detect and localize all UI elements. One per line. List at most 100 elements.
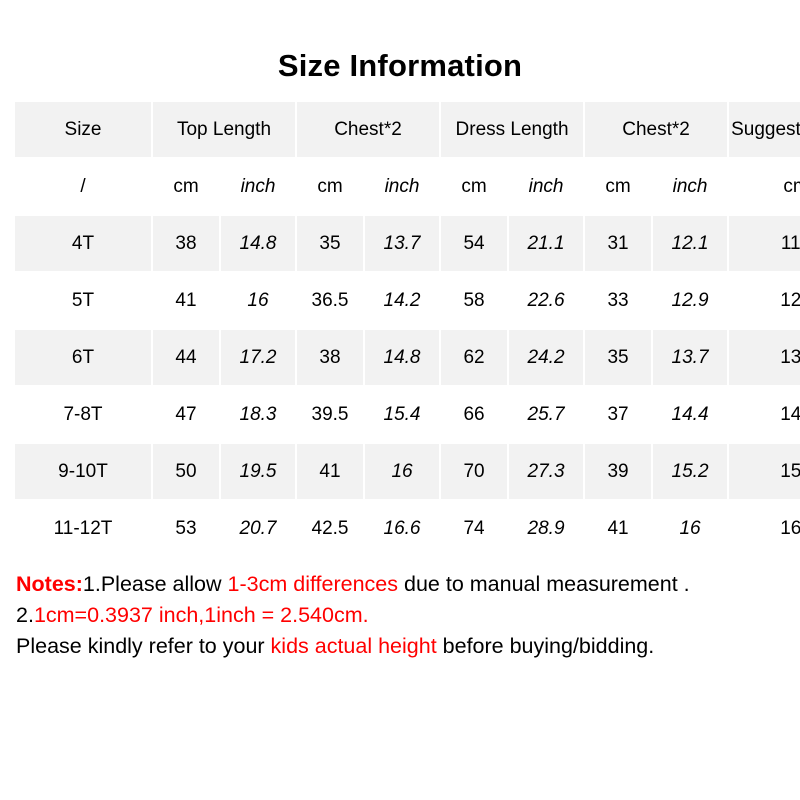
page-title: Size Information (277, 48, 523, 83)
note-line-2: 2.1cm=0.3937 inch,1inch = 2.540cm. (16, 600, 776, 631)
cell-top-length-inch: 14.8 (221, 216, 295, 271)
cell-dress-length-cm: 66 (441, 387, 508, 442)
column-header-size: Size (15, 102, 151, 157)
cell-dress-length-inch: 22.6 (509, 273, 584, 328)
size-table: Size Top Length Chest*2 Dress Length Che… (13, 100, 800, 558)
column-header-chest-1: Chest*2 (297, 102, 440, 157)
cell-suggest-height-cm: 150 (729, 444, 800, 499)
cell-chest-2-inch: 15.2 (653, 444, 728, 499)
cell-top-length-cm: 38 (153, 216, 219, 271)
cell-chest-1-cm: 36.5 (297, 273, 363, 328)
cell-size: 11-12T (15, 501, 151, 556)
cell-chest-2-cm: 35 (585, 330, 652, 385)
cell-dress-length-inch: 28.9 (509, 501, 584, 556)
cell-chest-2-cm: 31 (585, 216, 652, 271)
cell-top-length-cm: 41 (153, 273, 219, 328)
notes-section: Notes:1.Please allow 1-3cm differences d… (0, 558, 776, 663)
cell-suggest-height-cm: 160 (729, 501, 800, 556)
cell-dress-length-cm: 62 (441, 330, 508, 385)
cell-chest-2-inch: 16 (653, 501, 728, 556)
note-1-text-a: 1.Please allow (82, 572, 228, 596)
unit-chest-1-inch: inch (365, 159, 440, 214)
note-3-text-a: Please kindly refer to your (16, 634, 271, 659)
note-3-text-b: before buying/bidding. (436, 634, 655, 659)
unit-top-length-inch: inch (221, 159, 295, 214)
cell-top-length-cm: 50 (153, 444, 219, 499)
cell-dress-length-cm: 58 (441, 273, 508, 328)
table-row: 5T 41 16 36.5 14.2 58 22.6 33 12.9 120 (15, 273, 800, 328)
cell-dress-length-cm: 70 (441, 444, 508, 499)
size-table-container: Size Top Length Chest*2 Dress Length Che… (13, 81, 800, 558)
cell-size: 9-10T (15, 444, 151, 499)
cell-size: 6T (15, 330, 151, 385)
unit-chest-2-inch: inch (653, 159, 728, 214)
cell-chest-1-inch: 13.7 (365, 216, 440, 271)
cell-chest-1-inch: 14.2 (365, 273, 440, 328)
cell-chest-1-inch: 16.6 (365, 501, 440, 556)
unit-top-length-cm: cm (153, 159, 219, 214)
cell-chest-1-inch: 16 (365, 444, 440, 499)
cell-dress-length-inch: 27.3 (509, 444, 584, 499)
unit-chest-1-cm: cm (297, 159, 363, 214)
cell-chest-2-cm: 37 (585, 387, 652, 442)
table-body: / cm inch cm inch cm inch cm inch cm 4T … (15, 159, 800, 556)
cell-chest-1-cm: 39.5 (297, 387, 363, 442)
column-header-suggest-height: Suggest Height (729, 102, 800, 157)
cell-chest-2-inch: 13.7 (653, 330, 728, 385)
unit-dress-length-inch: inch (509, 159, 584, 214)
table-row: 7-8T 47 18.3 39.5 15.4 66 25.7 37 14.4 1… (15, 387, 800, 442)
column-header-chest-2: Chest*2 (585, 102, 728, 157)
cell-chest-1-inch: 15.4 (365, 387, 440, 442)
cell-top-length-cm: 53 (153, 501, 219, 556)
cell-suggest-height-cm: 120 (729, 273, 800, 328)
cell-size: 4T (15, 216, 151, 271)
column-header-top-length: Top Length (153, 102, 295, 157)
note-2-prefix: 2. (16, 603, 34, 628)
cell-top-length-inch: 20.7 (221, 501, 295, 556)
table-header: Size Top Length Chest*2 Dress Length Che… (15, 102, 800, 157)
cell-chest-1-cm: 38 (297, 330, 363, 385)
table-row: 6T 44 17.2 38 14.8 62 24.2 35 13.7 130 (15, 330, 800, 385)
column-header-dress-length: Dress Length (441, 102, 584, 157)
cell-chest-1-cm: 41 (297, 444, 363, 499)
table-header-row: Size Top Length Chest*2 Dress Length Che… (15, 102, 800, 157)
note-3-highlight: kids actual height (270, 634, 437, 659)
table-row: 4T 38 14.8 35 13.7 54 21.1 31 12.1 110 (15, 216, 800, 271)
table-row: 11-12T 53 20.7 42.5 16.6 74 28.9 41 16 1… (15, 501, 800, 556)
cell-chest-2-inch: 12.1 (653, 216, 728, 271)
cell-suggest-height-cm: 140 (729, 387, 800, 442)
cell-dress-length-inch: 25.7 (509, 387, 584, 442)
size-chart-page: Size Information Size Top Length Chest*2 (0, 0, 800, 663)
table-units-row: / cm inch cm inch cm inch cm inch cm (15, 159, 800, 214)
note-2-highlight: 1cm=0.3937 inch,1inch = 2.540cm. (33, 603, 369, 628)
note-line-3: Please kindly refer to your kids actual … (16, 631, 776, 662)
note-1-highlight: 1-3cm differences (227, 572, 399, 596)
cell-chest-2-cm: 33 (585, 273, 652, 328)
cell-suggest-height-cm: 110 (729, 216, 800, 271)
cell-dress-length-inch: 24.2 (509, 330, 584, 385)
notes-label: Notes: (16, 572, 83, 596)
cell-top-length-cm: 44 (153, 330, 219, 385)
cell-dress-length-cm: 74 (441, 501, 508, 556)
cell-chest-2-inch: 14.4 (653, 387, 728, 442)
cell-chest-1-cm: 35 (297, 216, 363, 271)
cell-top-length-inch: 16 (221, 273, 295, 328)
cell-chest-2-inch: 12.9 (653, 273, 728, 328)
unit-suggest-height-cm: cm (729, 159, 800, 214)
cell-chest-1-inch: 14.8 (365, 330, 440, 385)
cell-top-length-inch: 17.2 (221, 330, 295, 385)
cell-chest-2-cm: 39 (585, 444, 652, 499)
cell-dress-length-inch: 21.1 (509, 216, 584, 271)
cell-chest-2-cm: 41 (585, 501, 652, 556)
note-1-text-b: due to manual measurement . (398, 572, 690, 596)
cell-suggest-height-cm: 130 (729, 330, 800, 385)
unit-chest-2-cm: cm (585, 159, 652, 214)
cell-size: 7-8T (15, 387, 151, 442)
table-row: 9-10T 50 19.5 41 16 70 27.3 39 15.2 150 (15, 444, 800, 499)
cell-top-length-cm: 47 (153, 387, 219, 442)
cell-dress-length-cm: 54 (441, 216, 508, 271)
note-line-1: Notes:1.Please allow 1-3cm differences d… (16, 569, 776, 600)
cell-size: 5T (15, 273, 151, 328)
cell-chest-1-cm: 42.5 (297, 501, 363, 556)
unit-size: / (15, 159, 151, 214)
